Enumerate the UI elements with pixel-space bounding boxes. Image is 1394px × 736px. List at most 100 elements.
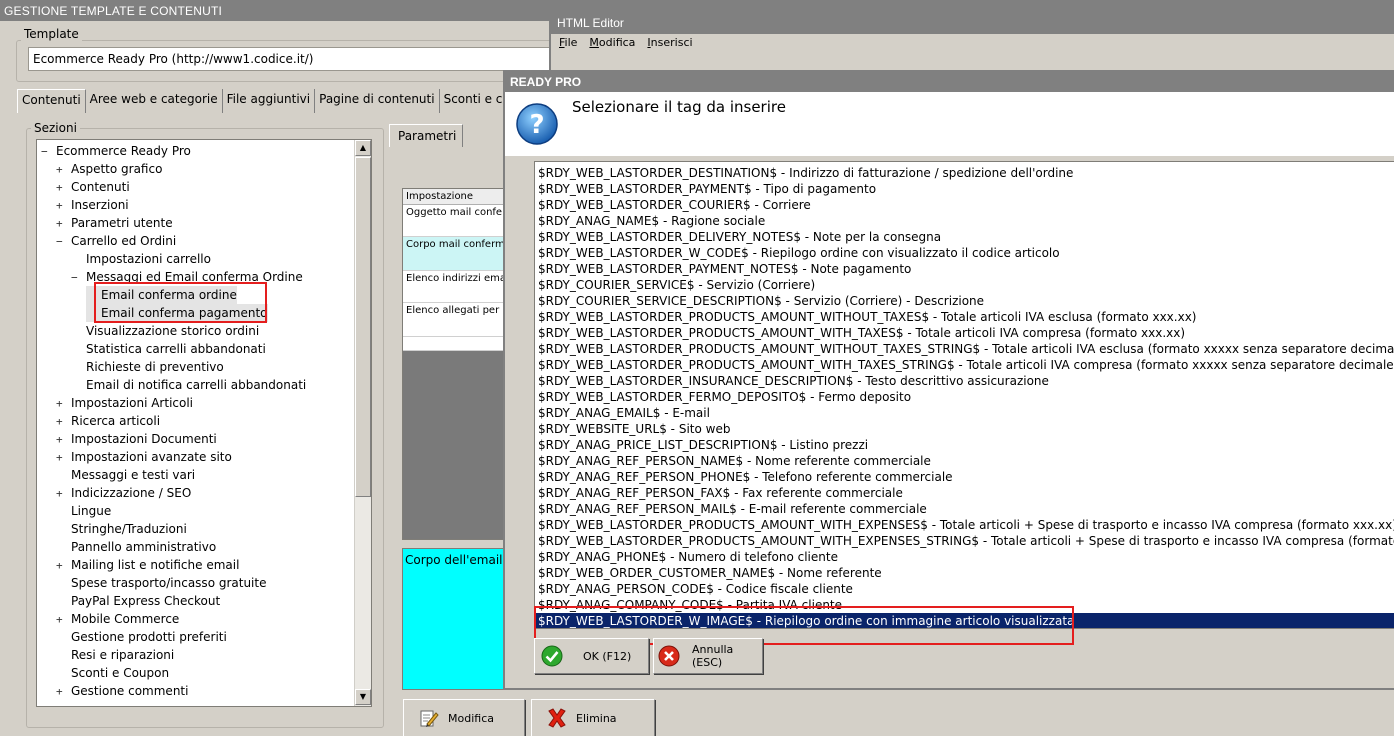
tag-list-item[interactable]: $RDY_ANAG_PHONE$ - Numero di telefono cl… (538, 549, 838, 565)
scroll-down-button[interactable]: ▼ (355, 689, 371, 705)
template-field[interactable]: Ecommerce Ready Pro (http://www1.codice.… (28, 47, 558, 71)
expand-icon[interactable]: + (56, 611, 65, 629)
tab-pagine-contenuti[interactable]: Pagine di contenuti (315, 89, 440, 113)
scroll-thumb[interactable] (355, 157, 371, 497)
sections-tree[interactable]: − Ecommerce Ready Pro + Aspetto grafico + Con… (36, 139, 372, 707)
tag-list-item[interactable]: $RDY_ANAG_REF_PERSON_NAME$ - Nome refere… (538, 453, 931, 469)
tree-item[interactable]: PayPal Express Checkout (56, 592, 220, 610)
tree-item-label: Inserzioni (71, 198, 129, 212)
tree-item[interactable]: Messaggi e testi vari (56, 466, 195, 484)
tree-item[interactable]: Pannello amministrativo (56, 538, 216, 556)
expand-icon[interactable]: + (56, 449, 65, 467)
tag-list-item[interactable]: $RDY_WEB_ORDER_CUSTOMER_NAME$ - Nome ref… (538, 565, 882, 581)
expand-icon[interactable]: + (56, 179, 65, 197)
tree-item[interactable]: Resi e riparazioni (56, 646, 174, 664)
tree-item[interactable]: Lingue (56, 502, 111, 520)
tag-list-item[interactable]: $RDY_ANAG_REF_PERSON_MAIL$ - E-mail refe… (538, 501, 927, 517)
email-body-preview[interactable]: Corpo dell'email c (402, 548, 512, 690)
tree-item[interactable]: Impostazioni carrello (71, 250, 211, 268)
tab-sconti[interactable]: Sconti e c (440, 89, 508, 113)
expand-icon[interactable]: + (56, 431, 65, 449)
modify-button[interactable]: Modifica (403, 699, 525, 736)
tree-item[interactable]: Spese trasporto/incasso gratuite (56, 574, 266, 592)
tree-item[interactable]: + Impostazioni avanzate sito (56, 448, 232, 466)
tree-item[interactable]: + Indicizzazione / SEO (56, 484, 191, 502)
tag-list-item[interactable]: $RDY_ANAG_REF_PERSON_PHONE$ - Telefono r… (538, 469, 953, 485)
tag-list-item[interactable]: $RDY_WEB_LASTORDER_FERMO_DEPOSITO$ - Fer… (538, 389, 911, 405)
tree-item[interactable]: Richieste di preventivo (71, 358, 224, 376)
menu-modifica[interactable]: Modifica (589, 36, 635, 50)
tree-item[interactable]: + Impostazioni Articoli (56, 394, 193, 412)
tag-list-item[interactable]: $RDY_WEB_LASTORDER_PRODUCTS_AMOUNT_WITHO… (538, 341, 1394, 357)
tag-list-item[interactable]: $RDY_WEB_LASTORDER_DELIVERY_NOTES$ - Not… (538, 229, 941, 245)
settings-grid[interactable]: Impostazione Oggetto mail conferma Corpo… (402, 188, 512, 540)
tab-parametri[interactable]: Parametri (389, 124, 463, 147)
tree-item[interactable]: + Parametri utente (56, 214, 173, 232)
tree-item[interactable]: − Carrello ed Ordini (56, 232, 176, 250)
expand-icon[interactable]: + (56, 557, 65, 575)
tag-list-item[interactable]: $RDY_WEB_LASTORDER_PAYMENT_NOTES$ - Note… (538, 261, 911, 277)
cancel-button[interactable]: Annulla (ESC) (653, 638, 763, 674)
tag-list-item[interactable]: $RDY_WEB_LASTORDER_INSURANCE_DESCRIPTION… (538, 373, 1049, 389)
tag-list-item[interactable]: $RDY_WEB_LASTORDER_PRODUCTS_AMOUNT_WITH_… (538, 533, 1394, 549)
tree-item[interactable]: Gestione prodotti preferiti (56, 628, 227, 646)
tag-list-item[interactable]: $RDY_WEB_LASTORDER_DESTINATION$ - Indiri… (538, 165, 1073, 181)
tag-list-item[interactable]: $RDY_WEB_LASTORDER_PRODUCTS_AMOUNT_WITH_… (538, 357, 1394, 373)
scroll-up-button[interactable]: ▲ (355, 140, 371, 156)
html-editor-title: HTML Editor (551, 12, 1394, 34)
delete-button[interactable]: Elimina (531, 699, 655, 736)
tree-item[interactable]: Visualizzazione storico ordini (71, 322, 259, 340)
expand-icon[interactable]: + (56, 161, 65, 179)
tag-list-item[interactable]: $RDY_ANAG_REF_PERSON_FAX$ - Fax referent… (538, 485, 903, 501)
tag-list[interactable]: $RDY_WEB_LASTORDER_DESTINATION$ - Indiri… (534, 161, 1394, 629)
expand-icon[interactable]: + (56, 215, 65, 233)
tree-item[interactable]: Statistica carrelli abbandonati (71, 340, 266, 358)
tab-contenuti[interactable]: Contenuti (17, 89, 86, 113)
ok-button[interactable]: OK (F12) (534, 638, 649, 674)
tag-list-item[interactable]: $RDY_WEB_LASTORDER_W_CODE$ - Riepilogo o… (538, 245, 1060, 261)
tree-item[interactable]: + Contenuti (56, 178, 130, 196)
tag-list-item[interactable]: $RDY_ANAG_NAME$ - Ragione sociale (538, 213, 765, 229)
tree-item[interactable]: Stringhe/Traduzioni (56, 520, 187, 538)
tree-item[interactable]: + Mailing list e notifiche email (56, 556, 239, 574)
tree-item[interactable]: + Ricerca articoli (56, 412, 160, 430)
expand-icon[interactable]: + (56, 395, 65, 413)
collapse-icon[interactable]: − (41, 143, 50, 161)
tag-list-item[interactable]: $RDY_WEB_LASTORDER_PRODUCTS_AMOUNT_WITH_… (538, 517, 1394, 533)
tab-aree-web[interactable]: Aree web e categorie (86, 89, 223, 113)
tag-list-item[interactable]: $RDY_WEB_LASTORDER_PRODUCTS_AMOUNT_WITH_… (538, 325, 1185, 341)
grid-row[interactable]: Elenco indirizzi email (403, 271, 511, 303)
tree-item[interactable]: + Gestione commenti (56, 682, 188, 700)
svg-text:?: ? (529, 110, 544, 140)
expand-icon[interactable]: + (56, 485, 65, 503)
tree-item[interactable]: + Inserzioni (56, 196, 129, 214)
tag-list-item[interactable]: $RDY_COURIER_SERVICE$ - Servizio (Corrie… (538, 277, 815, 293)
menu-file[interactable]: File (559, 36, 577, 50)
expand-icon[interactable]: + (56, 197, 65, 215)
tree-item[interactable]: + Aspetto grafico (56, 160, 162, 178)
tree-item[interactable]: Email di notifica carrelli abbandonati (71, 376, 306, 394)
grid-row[interactable]: Corpo mail conferma (403, 237, 511, 271)
tag-list-item[interactable]: $RDY_WEB_LASTORDER_PRODUCTS_AMOUNT_WITHO… (538, 309, 1196, 325)
tag-list-item[interactable]: $RDY_ANAG_PRICE_LIST_DESCRIPTION$ - List… (538, 437, 868, 453)
tree-scrollbar[interactable]: ▲ ▼ (354, 140, 371, 706)
tag-list-item[interactable]: $RDY_WEBSITE_URL$ - Sito web (538, 421, 730, 437)
tree-item[interactable]: Sconti e Coupon (56, 664, 169, 682)
collapse-icon[interactable]: − (71, 269, 80, 287)
tag-list-item[interactable]: $RDY_WEB_LASTORDER_COURIER$ - Corriere (538, 197, 811, 213)
menu-inserisci[interactable]: Inserisci (647, 36, 692, 50)
tree-item[interactable]: − Ecommerce Ready Pro (41, 142, 191, 160)
expand-icon[interactable]: + (56, 413, 65, 431)
grid-row[interactable]: Elenco allegati per m (403, 303, 511, 337)
tree-item-label: Gestione prodotti preferiti (71, 630, 227, 644)
grid-row[interactable]: Oggetto mail conferma (403, 205, 511, 237)
tag-list-item[interactable]: $RDY_ANAG_PERSON_CODE$ - Codice fiscale … (538, 581, 853, 597)
tag-list-item[interactable]: $RDY_WEB_LASTORDER_PAYMENT$ - Tipo di pa… (538, 181, 876, 197)
tag-list-item[interactable]: $RDY_ANAG_EMAIL$ - E-mail (538, 405, 710, 421)
collapse-icon[interactable]: − (56, 233, 65, 251)
tab-file-aggiuntivi[interactable]: File aggiuntivi (223, 89, 316, 113)
tree-item[interactable]: + Mobile Commerce (56, 610, 179, 628)
tree-item[interactable]: + Impostazioni Documenti (56, 430, 217, 448)
expand-icon[interactable]: + (56, 683, 65, 701)
tag-list-item[interactable]: $RDY_COURIER_SERVICE_DESCRIPTION$ - Serv… (538, 293, 984, 309)
